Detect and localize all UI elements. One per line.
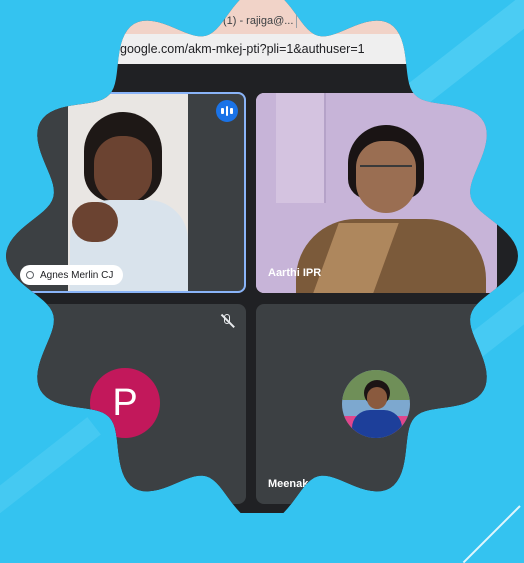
url-text: google.com/akm-mkej-pti?pli=1&authuser=1 <box>120 42 365 56</box>
participant-video <box>360 165 412 179</box>
speaking-indicator-icon <box>216 100 238 122</box>
participant-video <box>276 93 326 203</box>
pin-icon <box>26 271 34 279</box>
participant-name-pill: Agnes Merlin CJ <box>20 265 123 285</box>
participant-name: Aarthi IPR <box>268 267 322 279</box>
participant-video <box>72 202 118 242</box>
participant-tile-aarthi[interactable]: Aarthi IPR <box>256 93 497 293</box>
participant-video <box>94 136 152 204</box>
corner-line <box>462 505 521 563</box>
mic-off-icon <box>220 314 234 330</box>
participant-name: Agnes Merlin CJ <box>40 269 114 281</box>
avatar <box>342 370 410 438</box>
